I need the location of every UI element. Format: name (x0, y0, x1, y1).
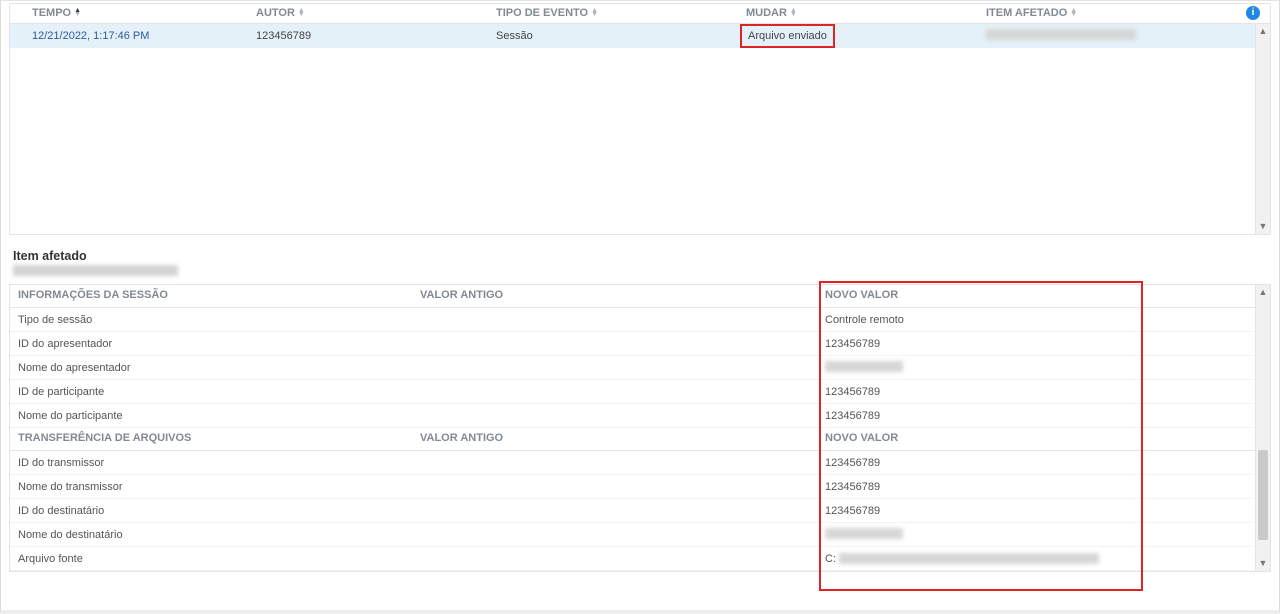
redacted-text (13, 265, 178, 276)
cell-label: Nome do apresentador (10, 362, 420, 374)
cell-new-value: Controle remoto (825, 314, 904, 326)
col-header-item-label: ITEM AFETADO (986, 7, 1067, 19)
cell-mudar: Arquivo enviado (740, 24, 980, 48)
cell-label: ID do destinatário (10, 505, 420, 517)
detail-group-header: INFORMAÇÕES DA SESSÃOVALOR ANTIGONOVO VA… (10, 285, 1270, 308)
cell-label: ID do apresentador (10, 338, 420, 350)
scroll-up-icon[interactable]: ▲ (1256, 285, 1270, 300)
detail-row: ID do apresentador 123456789 (10, 332, 1270, 356)
detail-row: ID de participante 123456789 (10, 380, 1270, 404)
cell-label: Nome do destinatário (10, 529, 420, 541)
highlight-annotation: Arquivo enviado (740, 24, 835, 48)
cell-tempo: 12/21/2022, 1:17:46 PM (10, 30, 250, 42)
cell-new-value: 123456789 (825, 338, 880, 350)
section-title: Item afetado (13, 249, 1271, 263)
col-new-header: NOVO VALOR (825, 289, 1268, 301)
app-frame: TEMPO ▲▼ AUTOR ▲▼ TIPO DE EVENTO ▲▼ MUDA… (0, 0, 1280, 614)
redacted-text (825, 528, 903, 539)
cell-label: Nome do participante (10, 410, 420, 422)
info-icon[interactable]: i (1246, 6, 1260, 20)
detail-row: Nome do transmissor 123456789 (10, 475, 1270, 499)
scrollbar-vertical[interactable]: ▲ ▼ (1255, 285, 1270, 571)
detail-row: Tipo de sessão Controle remoto (10, 308, 1270, 332)
cell-label: Tipo de sessão (10, 314, 420, 326)
scroll-down-icon[interactable]: ▼ (1256, 556, 1270, 571)
detail-row: ID do destinatário 123456789 (10, 499, 1270, 523)
detail-row: Nome do destinatário (10, 523, 1270, 547)
col-old-header: VALOR ANTIGO (420, 289, 825, 301)
col-old-header: VALOR ANTIGO (420, 432, 825, 444)
detail-group-header: TRANSFERÊNCIA DE ARQUIVOSVALOR ANTIGONOV… (10, 428, 1270, 451)
event-table: TEMPO ▲▼ AUTOR ▲▼ TIPO DE EVENTO ▲▼ MUDA… (9, 3, 1271, 235)
col-header-tipo[interactable]: TIPO DE EVENTO ▲▼ (490, 7, 740, 19)
scroll-up-icon[interactable]: ▲ (1256, 24, 1270, 39)
cell-label: ID do transmissor (10, 457, 420, 469)
detail-panel-body: INFORMAÇÕES DA SESSÃOVALOR ANTIGONOVO VA… (10, 285, 1270, 571)
cell-new-value: 123456789 (825, 410, 880, 422)
cell-autor: 123456789 (250, 30, 490, 42)
cell-item (980, 29, 1270, 43)
col-header-tempo-label: TEMPO (32, 7, 71, 19)
group-title: TRANSFERÊNCIA DE ARQUIVOS (10, 432, 420, 444)
scrollbar-vertical[interactable]: ▲ ▼ (1255, 24, 1270, 234)
col-header-mudar-label: MUDAR (746, 7, 787, 19)
detail-row: ID do transmissor 123456789 (10, 451, 1270, 475)
cell-new-value: 123456789 (825, 386, 880, 398)
cell-new-value: 123456789 (825, 457, 880, 469)
cell-new-value: 123456789 (825, 505, 880, 517)
col-header-autor[interactable]: AUTOR ▲▼ (250, 7, 490, 19)
cell-new-value: C: (825, 553, 836, 565)
col-header-tipo-label: TIPO DE EVENTO (496, 7, 588, 19)
event-table-header: TEMPO ▲▼ AUTOR ▲▼ TIPO DE EVENTO ▲▼ MUDA… (10, 4, 1270, 23)
cell-tipo: Sessão (490, 30, 740, 42)
cell-label: Nome do transmissor (10, 481, 420, 493)
cell-label: Arquivo fonte (10, 553, 420, 565)
scroll-thumb[interactable] (1258, 450, 1268, 540)
redacted-text (986, 29, 1136, 40)
redacted-text (825, 361, 903, 372)
sort-icon: ▲▼ (1070, 9, 1077, 17)
table-row[interactable]: 12/21/2022, 1:17:46 PM 123456789 Sessão … (10, 24, 1270, 48)
col-new-header: NOVO VALOR (825, 432, 1268, 444)
col-header-mudar[interactable]: MUDAR ▲▼ (740, 7, 980, 19)
detail-panel: INFORMAÇÕES DA SESSÃOVALOR ANTIGONOVO VA… (9, 284, 1271, 572)
detail-row: Arquivo fonte C: (10, 547, 1270, 571)
detail-row: Nome do apresentador (10, 356, 1270, 380)
group-title: INFORMAÇÕES DA SESSÃO (10, 289, 420, 301)
detail-row: Nome do participante 123456789 (10, 404, 1270, 428)
col-header-autor-label: AUTOR (256, 7, 295, 19)
event-table-body: 12/21/2022, 1:17:46 PM 123456789 Sessão … (10, 23, 1270, 234)
col-header-tempo[interactable]: TEMPO ▲▼ (10, 7, 250, 19)
sort-icon: ▲▼ (591, 9, 598, 17)
scroll-down-icon[interactable]: ▼ (1256, 219, 1270, 234)
cell-label: ID de participante (10, 386, 420, 398)
redacted-text (839, 553, 1099, 564)
sort-icon: ▲▼ (74, 9, 81, 17)
cell-new-value: 123456789 (825, 481, 880, 493)
sort-icon: ▲▼ (790, 9, 797, 17)
sort-icon: ▲▼ (298, 9, 305, 17)
col-header-item[interactable]: ITEM AFETADO ▲▼ (980, 7, 1270, 19)
